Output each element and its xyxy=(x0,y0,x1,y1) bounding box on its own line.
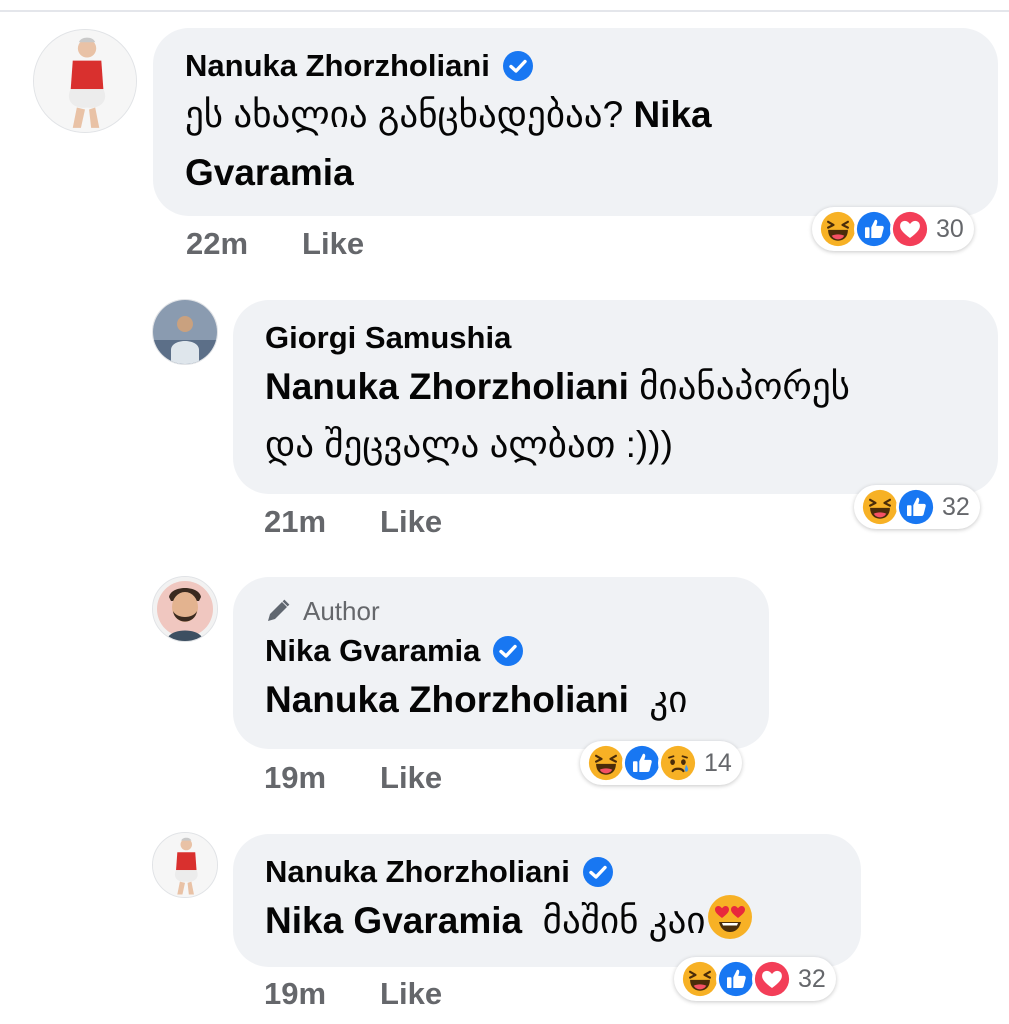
comment-text: ეს ახალია განცხადებაა? Nika Gvaramia xyxy=(185,86,966,202)
sad-icon xyxy=(658,743,698,783)
haha-icon xyxy=(586,743,626,783)
heart-eyes-emoji-icon xyxy=(706,893,754,941)
like-icon xyxy=(854,209,894,249)
comment-message: ეს ახალია განცხადებაა? xyxy=(185,94,624,135)
haha-icon xyxy=(818,209,858,249)
comment-author[interactable]: Giorgi Samushia xyxy=(265,318,511,358)
comment-message: და შეცვალა ალბათ :))) xyxy=(265,424,673,465)
comment-timestamp[interactable]: 21m xyxy=(264,504,326,540)
love-icon xyxy=(890,209,930,249)
avatar[interactable] xyxy=(152,299,218,365)
author-badge: Author xyxy=(265,595,737,627)
avatar[interactable] xyxy=(152,832,218,898)
comment-message: მიანაპორეს xyxy=(639,366,850,407)
comment-author[interactable]: Nanuka Zhorzholiani xyxy=(185,46,490,86)
avatar[interactable] xyxy=(33,29,137,133)
comment-meta: 21m Like xyxy=(264,504,442,540)
reaction-count: 30 xyxy=(936,214,964,243)
reactions-summary[interactable]: 14 xyxy=(580,741,742,785)
comment-text: Nanuka Zhorzholiani კი xyxy=(265,671,737,729)
mention-link[interactable]: Nika xyxy=(633,94,711,135)
comment-bubble: Nanuka Zhorzholiani Nika Gvaramia მაშინ … xyxy=(233,834,861,967)
reaction-count: 32 xyxy=(798,964,826,993)
mention-link[interactable]: Nanuka Zhorzholiani xyxy=(265,679,629,720)
reaction-count: 32 xyxy=(942,492,970,521)
like-button[interactable]: Like xyxy=(380,504,442,540)
comment-timestamp[interactable]: 19m xyxy=(264,760,326,796)
author-label: Author xyxy=(303,596,380,626)
like-button[interactable]: Like xyxy=(380,976,442,1012)
comment-timestamp[interactable]: 22m xyxy=(186,226,248,262)
verified-badge-icon xyxy=(502,50,534,82)
love-icon xyxy=(752,959,792,999)
comment-meta: 19m Like xyxy=(264,760,442,796)
mention-link[interactable]: Nika Gvaramia xyxy=(265,900,522,941)
like-icon xyxy=(896,487,936,527)
top-divider xyxy=(0,10,1009,12)
comment-meta: 19m Like xyxy=(264,976,442,1012)
like-button[interactable]: Like xyxy=(302,226,364,262)
verified-badge-icon xyxy=(582,856,614,888)
like-button[interactable]: Like xyxy=(380,760,442,796)
comment-author[interactable]: Nika Gvaramia xyxy=(265,631,480,671)
like-icon xyxy=(622,743,662,783)
avatar[interactable] xyxy=(152,576,218,642)
reactions-summary[interactable]: 30 xyxy=(812,207,974,251)
comment-timestamp[interactable]: 19m xyxy=(264,976,326,1012)
haha-icon xyxy=(860,487,900,527)
comment-message: კი xyxy=(649,679,688,720)
comment-message: მაშინ კაი xyxy=(542,900,706,941)
reaction-count: 14 xyxy=(704,748,732,777)
verified-badge-icon xyxy=(492,635,524,667)
reactions-summary[interactable]: 32 xyxy=(674,957,836,1001)
haha-icon xyxy=(680,959,720,999)
comment-text: Nika Gvaramia მაშინ კაი xyxy=(265,892,829,950)
comment-bubble: Giorgi Samushia Nanuka Zhorzholiani მიან… xyxy=(233,300,998,494)
reactions-summary[interactable]: 32 xyxy=(854,485,980,529)
comment-author[interactable]: Nanuka Zhorzholiani xyxy=(265,852,570,892)
mention-link[interactable]: Nanuka Zhorzholiani xyxy=(265,366,629,407)
comment-bubble: Author Nika Gvaramia Nanuka Zhorzholiani… xyxy=(233,577,769,749)
comment-meta: 22m Like xyxy=(186,226,364,262)
comment-bubble: Nanuka Zhorzholiani ეს ახალია განცხადება… xyxy=(153,28,998,216)
mention-link[interactable]: Gvaramia xyxy=(185,152,354,193)
like-icon xyxy=(716,959,756,999)
pencil-icon xyxy=(268,599,290,621)
comment-text: Nanuka Zhorzholiani მიანაპორეს და შეცვალ… xyxy=(265,358,966,474)
